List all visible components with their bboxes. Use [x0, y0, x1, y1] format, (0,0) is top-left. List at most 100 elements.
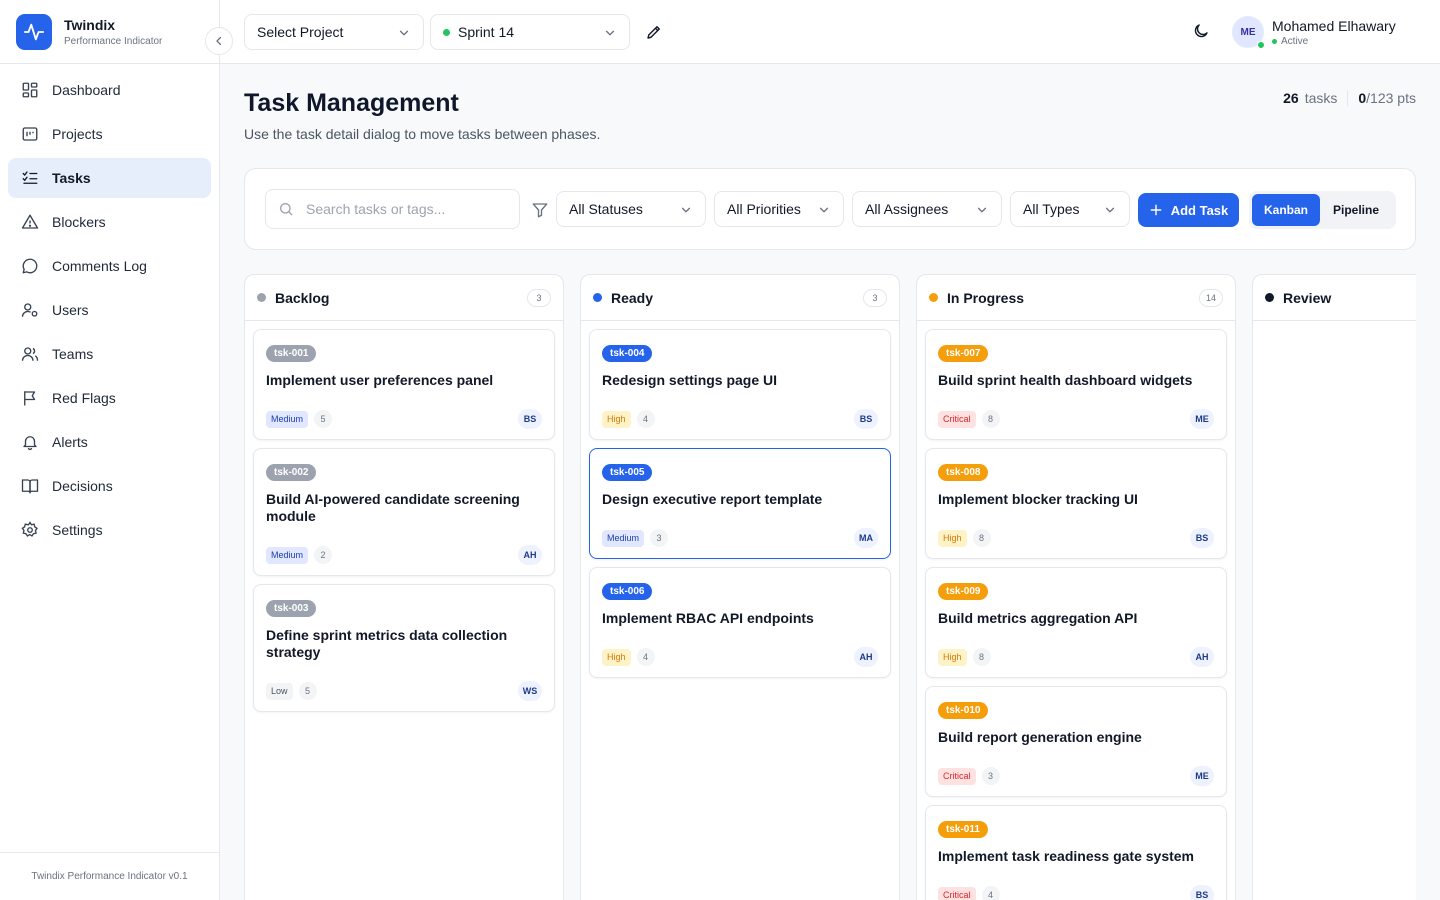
priority-badge: High	[602, 648, 631, 666]
assignee-avatar: AH	[854, 647, 878, 667]
assignee-avatar: BS	[854, 409, 878, 429]
tasks-icon	[20, 168, 40, 188]
column-title: In Progress	[947, 289, 1025, 306]
priority-badge: Critical	[938, 767, 976, 785]
project-select[interactable]: Select Project	[244, 14, 424, 50]
sidebar-footer: Twindix Performance Indicator v0.1	[0, 852, 219, 900]
column-header: In Progress 14	[917, 275, 1235, 321]
task-card[interactable]: tsk-005 Design executive report template…	[589, 448, 891, 559]
sidebar-item-label: Decisions	[52, 478, 113, 494]
sprint-select[interactable]: Sprint 14	[430, 14, 630, 50]
status-filter-select[interactable]: All Statuses	[556, 191, 706, 227]
column-backlog: Backlog 3 tsk-001 Implement user prefere…	[244, 274, 564, 900]
priority-badge: Low	[266, 682, 293, 700]
chevron-left-icon	[216, 36, 222, 46]
sidebar-item-label: Alerts	[52, 434, 88, 450]
chevron-down-icon	[605, 30, 615, 36]
chevron-down-icon	[977, 207, 987, 213]
task-card[interactable]: tsk-009 Build metrics aggregation API Hi…	[925, 567, 1227, 678]
tasks-count: 26	[1283, 90, 1299, 106]
search-placeholder: Search tasks or tags...	[306, 201, 446, 217]
type-filter-select[interactable]: All Types	[1010, 191, 1130, 227]
sidebar-item-teams[interactable]: Teams	[8, 334, 211, 374]
pencil-icon	[647, 26, 660, 39]
sidebar-item-blockers[interactable]: Blockers	[8, 202, 211, 242]
sidebar-item-comments-log[interactable]: Comments Log	[8, 246, 211, 286]
project-select-value: Select Project	[257, 24, 344, 40]
story-points: 5	[298, 682, 317, 700]
view-pipeline-button[interactable]: Pipeline	[1320, 194, 1392, 226]
sidebar-item-projects[interactable]: Projects	[8, 114, 211, 154]
search-input[interactable]: Search tasks or tags...	[265, 189, 520, 229]
task-title: Build AI-powered candidate screening mod…	[266, 491, 520, 524]
sidebar-item-settings[interactable]: Settings	[8, 510, 211, 550]
stats-divider	[1347, 90, 1349, 106]
brand-subtitle: Performance Indicator	[64, 35, 163, 47]
priority-badge: High	[938, 529, 967, 547]
task-id-badge: tsk-006	[602, 583, 653, 600]
task-card[interactable]: tsk-001 Implement user preferences panel…	[253, 329, 555, 440]
activity-logo-icon	[16, 13, 52, 50]
sidebar-item-users[interactable]: Users	[8, 290, 211, 330]
priority-badge: Critical	[938, 886, 976, 900]
story-points: 8	[972, 529, 991, 547]
assignee-filter-value: All Assignees	[865, 201, 949, 217]
task-card[interactable]: tsk-006 Implement RBAC API endpoints Hig…	[589, 567, 891, 678]
online-indicator	[1257, 41, 1265, 49]
priority-badge: High	[938, 648, 967, 666]
avatar-initials: ME	[1240, 26, 1256, 38]
sidebar-item-label: Blockers	[52, 214, 106, 230]
task-card[interactable]: tsk-008 Implement blocker tracking UI Hi…	[925, 448, 1227, 559]
story-points: 4	[636, 648, 655, 666]
filter-toolbar: Search tasks or tags... All Statuses All…	[244, 168, 1416, 250]
task-title: Design executive report template	[602, 491, 823, 507]
column-count: 3	[527, 289, 551, 307]
task-card[interactable]: tsk-002 Build AI-powered candidate scree…	[253, 448, 555, 576]
sidebar-item-decisions[interactable]: Decisions	[8, 466, 211, 506]
assignee-filter-select[interactable]: All Assignees	[852, 191, 1002, 227]
avatar[interactable]: ME	[1232, 16, 1265, 49]
collapse-sidebar-button[interactable]	[205, 27, 233, 55]
edit-sprint-button[interactable]	[645, 23, 663, 46]
priority-badge: Medium	[266, 546, 309, 564]
search-icon	[280, 203, 293, 216]
task-card[interactable]: tsk-007 Build sprint health dashboard wi…	[925, 329, 1227, 440]
task-id-badge: tsk-003	[266, 600, 317, 617]
task-id-badge: tsk-001	[266, 345, 317, 362]
theme-toggle-button[interactable]	[1192, 22, 1210, 45]
brand-name: Twindix	[64, 16, 116, 33]
sidebar-item-alerts[interactable]: Alerts	[8, 422, 211, 462]
sidebar-item-red-flags[interactable]: Red Flags	[8, 378, 211, 418]
task-card[interactable]: tsk-010 Build report generation engine C…	[925, 686, 1227, 797]
task-title: Implement RBAC API endpoints	[602, 610, 814, 626]
task-card[interactable]: tsk-004 Redesign settings page UI High 4…	[589, 329, 891, 440]
priority-badge: Critical	[938, 410, 976, 428]
tasks-label: tasks	[1304, 90, 1338, 106]
column-status-dot	[257, 293, 266, 302]
add-task-button[interactable]: Add Task	[1138, 193, 1239, 227]
task-stats: 26 tasks 0 /123 pts	[1283, 90, 1416, 106]
sidebar-item-tasks[interactable]: Tasks	[8, 158, 211, 198]
column-status-dot	[929, 293, 938, 302]
moon-icon	[1194, 24, 1208, 38]
task-card[interactable]: tsk-011 Implement task readiness gate sy…	[925, 805, 1227, 900]
task-id-badge: tsk-007	[938, 345, 989, 362]
priority-filter-select[interactable]: All Priorities	[714, 191, 844, 227]
assignee-avatar: BS	[518, 409, 542, 429]
column-in-progress: In Progress 14 tsk-007 Build sprint heal…	[916, 274, 1236, 900]
projects-icon	[20, 124, 40, 144]
assignee-avatar: ME	[1190, 766, 1214, 786]
chevron-down-icon	[681, 207, 691, 213]
sidebar-item-dashboard[interactable]: Dashboard	[8, 70, 211, 110]
status-dot	[1272, 39, 1277, 44]
sidebar-item-label: Red Flags	[52, 390, 116, 406]
story-points: 4	[636, 410, 655, 428]
column-ready: Ready 3 tsk-004 Redesign settings page U…	[580, 274, 900, 900]
sidebar-item-label: Comments Log	[52, 258, 147, 274]
plus-icon	[1149, 203, 1163, 217]
task-title: Define sprint metrics data collection st…	[266, 627, 508, 660]
view-kanban-button[interactable]: Kanban	[1252, 194, 1320, 226]
task-card[interactable]: tsk-003 Define sprint metrics data colle…	[253, 584, 555, 712]
flag-icon	[20, 388, 40, 408]
task-id-badge: tsk-002	[266, 464, 317, 481]
